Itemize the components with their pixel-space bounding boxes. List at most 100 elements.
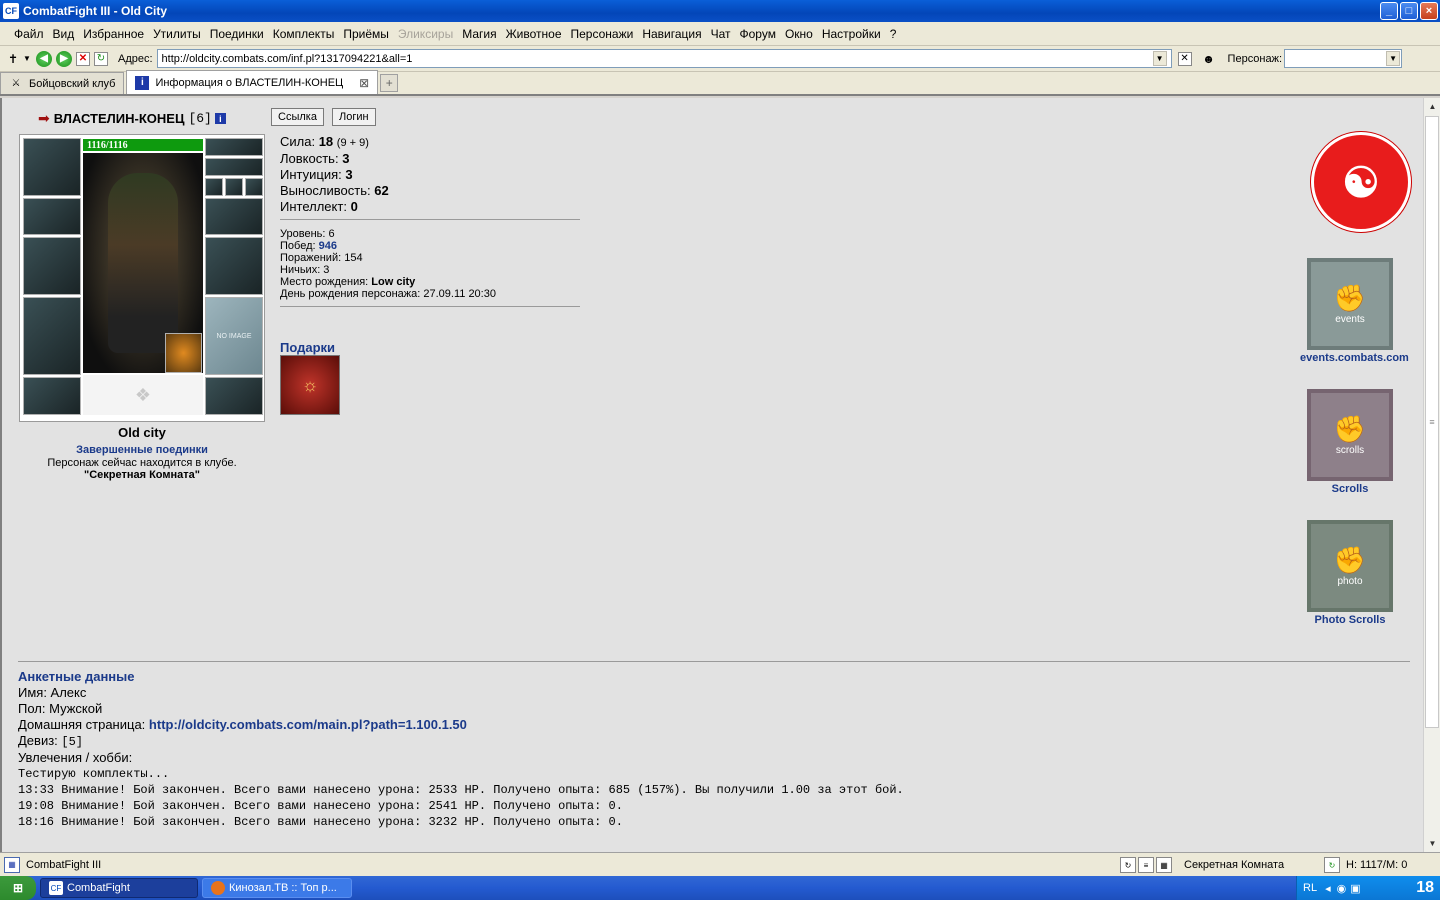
photo-scrolls-banner[interactable]: ✊ photo Photo Scrolls: [1300, 520, 1400, 626]
divider: [280, 306, 580, 307]
leggings-slot[interactable]: NO IMAGE: [205, 297, 263, 375]
in-club-note: Персонаж сейчас находится в клубе.: [47, 457, 237, 469]
people-icon[interactable]: ☻: [1200, 50, 1218, 68]
stat-strength: Сила: 18 (9 + 9): [280, 134, 369, 149]
menu-help[interactable]: ?: [886, 27, 901, 41]
refresh-icon[interactable]: ↻: [1324, 857, 1340, 873]
language-indicator[interactable]: RL: [1303, 882, 1317, 894]
finished-fights-link[interactable]: Завершенные поединки: [19, 444, 265, 456]
person-select[interactable]: ▼: [1284, 49, 1403, 68]
menu-magic[interactable]: Магия: [458, 27, 500, 41]
menu-characters[interactable]: Персонажи: [567, 27, 638, 41]
title-bar: CF CombatFight III - Old City _ □ ×: [0, 0, 1440, 22]
amulet-slot[interactable]: [205, 158, 263, 176]
scroll-thumb[interactable]: ≡: [1425, 116, 1439, 728]
bracers-slot[interactable]: [23, 198, 81, 235]
maximize-button[interactable]: □: [1400, 2, 1418, 20]
back-icon[interactable]: ◀: [36, 50, 52, 67]
profile-line: 19:08 Внимание! Бой закончен. Всего вами…: [18, 799, 623, 813]
tab-fight-club[interactable]: ⚔ Бойцовский клуб: [0, 72, 125, 94]
start-button[interactable]: ⊞: [0, 876, 36, 900]
menu-favorites[interactable]: Избранное: [79, 27, 148, 41]
menu-navigation[interactable]: Навигация: [638, 27, 705, 41]
tray-arrow-icon[interactable]: ◂: [1325, 882, 1331, 895]
address-input[interactable]: http://oldcity.combats.com/inf.pl?131709…: [156, 49, 1172, 68]
profile-title: Анкетные данные: [18, 669, 135, 684]
menu-elixirs: Эликсиры: [397, 26, 454, 41]
forward-icon[interactable]: ▶: [56, 50, 72, 67]
menu-view[interactable]: Вид: [49, 27, 79, 41]
profile-homepage: Домашняя страница: http://oldcity.combat…: [18, 717, 467, 732]
menu-utilities[interactable]: Утилиты: [149, 27, 205, 41]
gifts-title[interactable]: Подарки: [280, 340, 335, 355]
menu-techniques[interactable]: Приёмы: [339, 27, 393, 41]
gift-banner-icon[interactable]: ☼: [280, 355, 340, 415]
menu-fights[interactable]: Поединки: [206, 27, 268, 41]
grid-icon[interactable]: ▦: [1156, 857, 1172, 873]
close-tab-icon[interactable]: ⊠: [359, 76, 369, 90]
refresh-icon[interactable]: ↻: [1120, 857, 1136, 873]
vertical-scrollbar[interactable]: ▲ ≡ ▼: [1423, 98, 1440, 852]
menu-animal[interactable]: Животное: [502, 27, 566, 41]
character-panel: 1116/1116 ❖ NO IMAGE: [19, 134, 265, 422]
scroll-up-icon[interactable]: ▲: [1424, 98, 1440, 115]
ring-slot-1[interactable]: [205, 178, 223, 196]
scrolls-link[interactable]: Scrolls: [1300, 483, 1400, 495]
tab-label: Информация о ВЛАСТЕЛИН-КОНЕЦ: [155, 76, 344, 89]
finished-fights-text[interactable]: Завершенные поединки: [76, 444, 208, 456]
info-losses: Поражений: 154: [280, 252, 363, 264]
combats-logo-icon[interactable]: ☯: [1311, 132, 1411, 232]
armor-slot[interactable]: [23, 297, 81, 375]
belt-slot[interactable]: [23, 377, 81, 415]
events-link[interactable]: events.combats.com: [1300, 352, 1409, 364]
list-icon[interactable]: ≡: [1138, 857, 1154, 873]
minimize-button[interactable]: _: [1380, 2, 1398, 20]
stat-endurance: Выносливость: 62: [280, 183, 389, 198]
events-flag-icon: ✊ events: [1307, 258, 1393, 350]
login-button[interactable]: Логин: [332, 108, 376, 126]
new-tab-button[interactable]: +: [380, 74, 399, 92]
close-button[interactable]: ×: [1420, 2, 1438, 20]
monitor-icon[interactable]: ▣: [1350, 882, 1360, 895]
shield-slot[interactable]: [205, 237, 263, 295]
gloves-slot[interactable]: [205, 198, 263, 235]
taskbar-item-combatfight[interactable]: CF CombatFight: [40, 878, 198, 898]
clear-icon[interactable]: ✕: [1177, 51, 1192, 66]
menu-forum[interactable]: Форум: [736, 27, 780, 41]
refresh-icon[interactable]: ↻: [94, 51, 108, 66]
menu-window[interactable]: Окно: [781, 27, 817, 41]
status-text: CombatFight III: [26, 858, 102, 871]
clock[interactable]: 18: [1416, 879, 1434, 897]
events-banner[interactable]: ✊ events events.combats.com: [1300, 258, 1409, 364]
profile-hobby: Увлечения / хобби:: [18, 750, 133, 765]
menu-settings[interactable]: Настройки: [818, 27, 885, 41]
chevron-down-icon[interactable]: ▼: [1152, 51, 1167, 66]
pet-slot[interactable]: [165, 333, 202, 373]
info-level: Уровень: 6: [280, 228, 335, 240]
menu-sets[interactable]: Комплекты: [269, 27, 339, 41]
scrolls-banner[interactable]: ✊ scrolls Scrolls: [1300, 389, 1400, 495]
scroll-down-icon[interactable]: ▼: [1424, 835, 1440, 852]
character-level: [6]: [188, 111, 212, 126]
pin-icon[interactable]: ✝: [4, 50, 22, 68]
earrings-slot[interactable]: [205, 138, 263, 156]
chevron-down-icon[interactable]: ▼: [1386, 51, 1401, 66]
homepage-link[interactable]: http://oldcity.combats.com/main.pl?path=…: [149, 717, 467, 732]
ring-slot-3[interactable]: [245, 178, 263, 196]
tab-bar: ⚔ Бойцовский клуб i Информация о ВЛАСТЕЛ…: [0, 70, 1440, 96]
link-button[interactable]: Ссылка: [271, 108, 324, 126]
chevron-down-icon[interactable]: ▼: [22, 50, 32, 68]
taskbar-item-kinozal[interactable]: Кинозал.ТВ :: Топ р...: [202, 878, 352, 898]
boots-slot[interactable]: [205, 377, 263, 415]
weapon-slot[interactable]: [23, 237, 81, 295]
swords-icon: ⚔: [11, 78, 21, 89]
tab-character-info[interactable]: i Информация о ВЛАСТЕЛИН-КОНЕЦ ⊠: [126, 70, 379, 94]
info-icon[interactable]: i: [214, 113, 226, 124]
ring-slot-2[interactable]: [225, 178, 243, 196]
network-icon[interactable]: ◉: [1337, 882, 1347, 895]
menu-chat[interactable]: Чат: [707, 27, 735, 41]
menu-file[interactable]: Файл: [10, 27, 48, 41]
photo-scrolls-link[interactable]: Photo Scrolls: [1300, 614, 1400, 626]
helmet-slot[interactable]: [23, 138, 81, 196]
stop-icon[interactable]: ✕: [76, 51, 90, 66]
